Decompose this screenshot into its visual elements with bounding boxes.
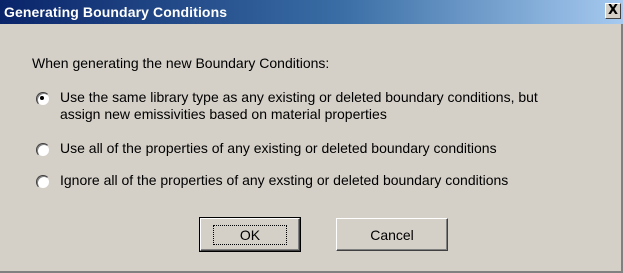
radio-use-all-properties[interactable]: [36, 143, 50, 157]
close-button[interactable]: X: [605, 3, 621, 19]
option-same-library-type-label[interactable]: Use the same library type as any existin…: [60, 89, 538, 123]
option-ignore-properties[interactable]: Ignore all of the properties of any exst…: [36, 172, 508, 189]
option-same-library-type-line2[interactable]: assign new emissivities based on materia…: [60, 106, 387, 122]
option-same-library-type-line1[interactable]: Use the same library type as any existin…: [60, 89, 538, 105]
option-ignore-properties-label[interactable]: Ignore all of the properties of any exst…: [60, 172, 508, 189]
ok-button-label[interactable]: OK: [212, 224, 288, 245]
option-use-all-properties-label[interactable]: Use all of the properties of any existin…: [60, 140, 497, 157]
option-same-library-type[interactable]: Use the same library type as any existin…: [36, 89, 538, 123]
ok-button[interactable]: OK: [199, 217, 301, 252]
option-use-all-properties[interactable]: Use all of the properties of any existin…: [36, 140, 497, 157]
intro-label: When generating the new Boundary Conditi…: [32, 55, 330, 71]
radio-ignore-properties[interactable]: [36, 175, 50, 189]
cancel-button-label[interactable]: Cancel: [370, 227, 414, 243]
dialog-title: Generating Boundary Conditions: [4, 4, 228, 20]
close-icon: X: [607, 3, 619, 18]
title-bar[interactable]: Generating Boundary Conditions X: [0, 0, 623, 24]
radio-same-library-type[interactable]: [36, 92, 50, 106]
cancel-button[interactable]: Cancel: [336, 218, 448, 251]
